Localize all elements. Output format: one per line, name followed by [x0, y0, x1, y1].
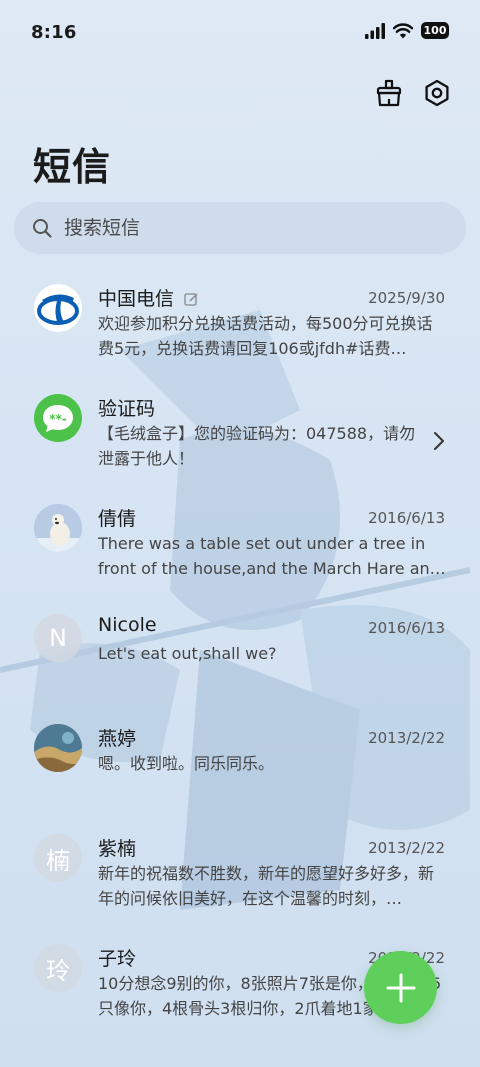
conversation-item-verification-code[interactable]: **- 验证码 【毛绒盒子】您的验证码为：047588，请勿泄露于他人！ [0, 382, 480, 492]
conversation-name-text: 中国电信 [98, 288, 175, 310]
settings-button[interactable] [422, 78, 452, 108]
conversation-item-qianqian[interactable]: 倩倩 2016/6/13 There was a table set out u… [0, 492, 480, 602]
message-preview: 新年的祝福数不胜数，新年的愿望好多好多，新年的问候依旧美好，在这个温馨的时刻，… [98, 864, 435, 908]
conversation-item-yanting[interactable]: 燕婷 2013/2/22 嗯。收到啦。同乐同乐。 [0, 712, 480, 822]
battery-indicator: 100 [421, 22, 449, 39]
zinan-avatar: 楠 [34, 834, 82, 882]
conversation-date: 2016/6/13 [368, 509, 445, 527]
conversation-name: 燕婷 [98, 728, 137, 750]
conversation-item-china-telecom[interactable]: 中国电信 2025/9/30 欢迎参加积分兑换话费活动，每500分可兑换话费5元… [0, 272, 480, 382]
conversation-item-nicole[interactable]: N Nicole 2016/6/13 Let's eat out,shall w… [0, 602, 480, 712]
status-bar: 8:16 100 [0, 0, 480, 64]
conversation-name: 倩倩 [98, 508, 137, 530]
clean-button[interactable] [374, 78, 404, 108]
qianqian-avatar [34, 504, 82, 552]
polar-bear-photo-icon [34, 504, 82, 552]
nicole-avatar: N [34, 614, 82, 662]
ziling-avatar: 玲 [34, 944, 82, 992]
status-time: 8:16 [31, 22, 77, 43]
conversation-item-zinan[interactable]: 楠 紫楠 2013/2/22 新年的祝福数不胜数，新年的愿望好多好多，新年的问候… [0, 822, 480, 932]
top-actions [374, 78, 452, 108]
verification-code-avatar: **- [34, 394, 82, 442]
conversation-name: Nicole [98, 614, 157, 636]
broom-icon [376, 79, 402, 107]
message-preview: 嗯。收到啦。同乐同乐。 [98, 754, 275, 773]
landscape-photo-icon [34, 724, 82, 772]
sms-code-icon: **- [43, 405, 73, 432]
page-title: 短信 [33, 145, 112, 189]
svg-text:**-: **- [49, 412, 67, 426]
message-list: 中国电信 2025/9/30 欢迎参加积分兑换话费活动，每500分可兑换话费5元… [0, 272, 480, 1042]
wifi-icon [393, 22, 413, 38]
status-icons: 100 [365, 22, 449, 39]
china-telecom-logo-icon [37, 294, 79, 325]
search-icon [33, 219, 52, 238]
plus-icon [386, 973, 415, 1002]
chevron-right-icon[interactable] [432, 430, 446, 452]
search-bar[interactable] [14, 202, 466, 254]
message-preview: 欢迎参加积分兑换话费活动，每500分可兑换话费5元，兑换话费请回复106或jfd… [98, 314, 433, 358]
conversation-name: 子玲 [98, 948, 137, 970]
message-preview: 【毛绒盒子】您的验证码为：047588，请勿泄露于他人！ [98, 424, 416, 468]
conversation-name: 中国电信 [98, 284, 199, 311]
new-message-button[interactable] [364, 951, 437, 1024]
conversation-date: 2013/2/22 [368, 729, 445, 747]
draft-edit-icon [184, 293, 198, 306]
search-input[interactable] [62, 216, 446, 240]
conversation-date: 2016/6/13 [368, 619, 445, 637]
message-preview: There was a table set out under a tree i… [98, 534, 446, 578]
china-telecom-avatar [34, 284, 82, 332]
signal-icon [365, 22, 385, 39]
conversation-date: 2025/9/30 [368, 289, 445, 307]
conversation-date: 2013/2/22 [368, 839, 445, 857]
yanting-avatar [34, 724, 82, 772]
settings-icon [425, 79, 449, 107]
conversation-name: 紫楠 [98, 838, 137, 860]
message-preview: Let's eat out,shall we? [98, 644, 277, 663]
conversation-name: 验证码 [98, 398, 156, 420]
